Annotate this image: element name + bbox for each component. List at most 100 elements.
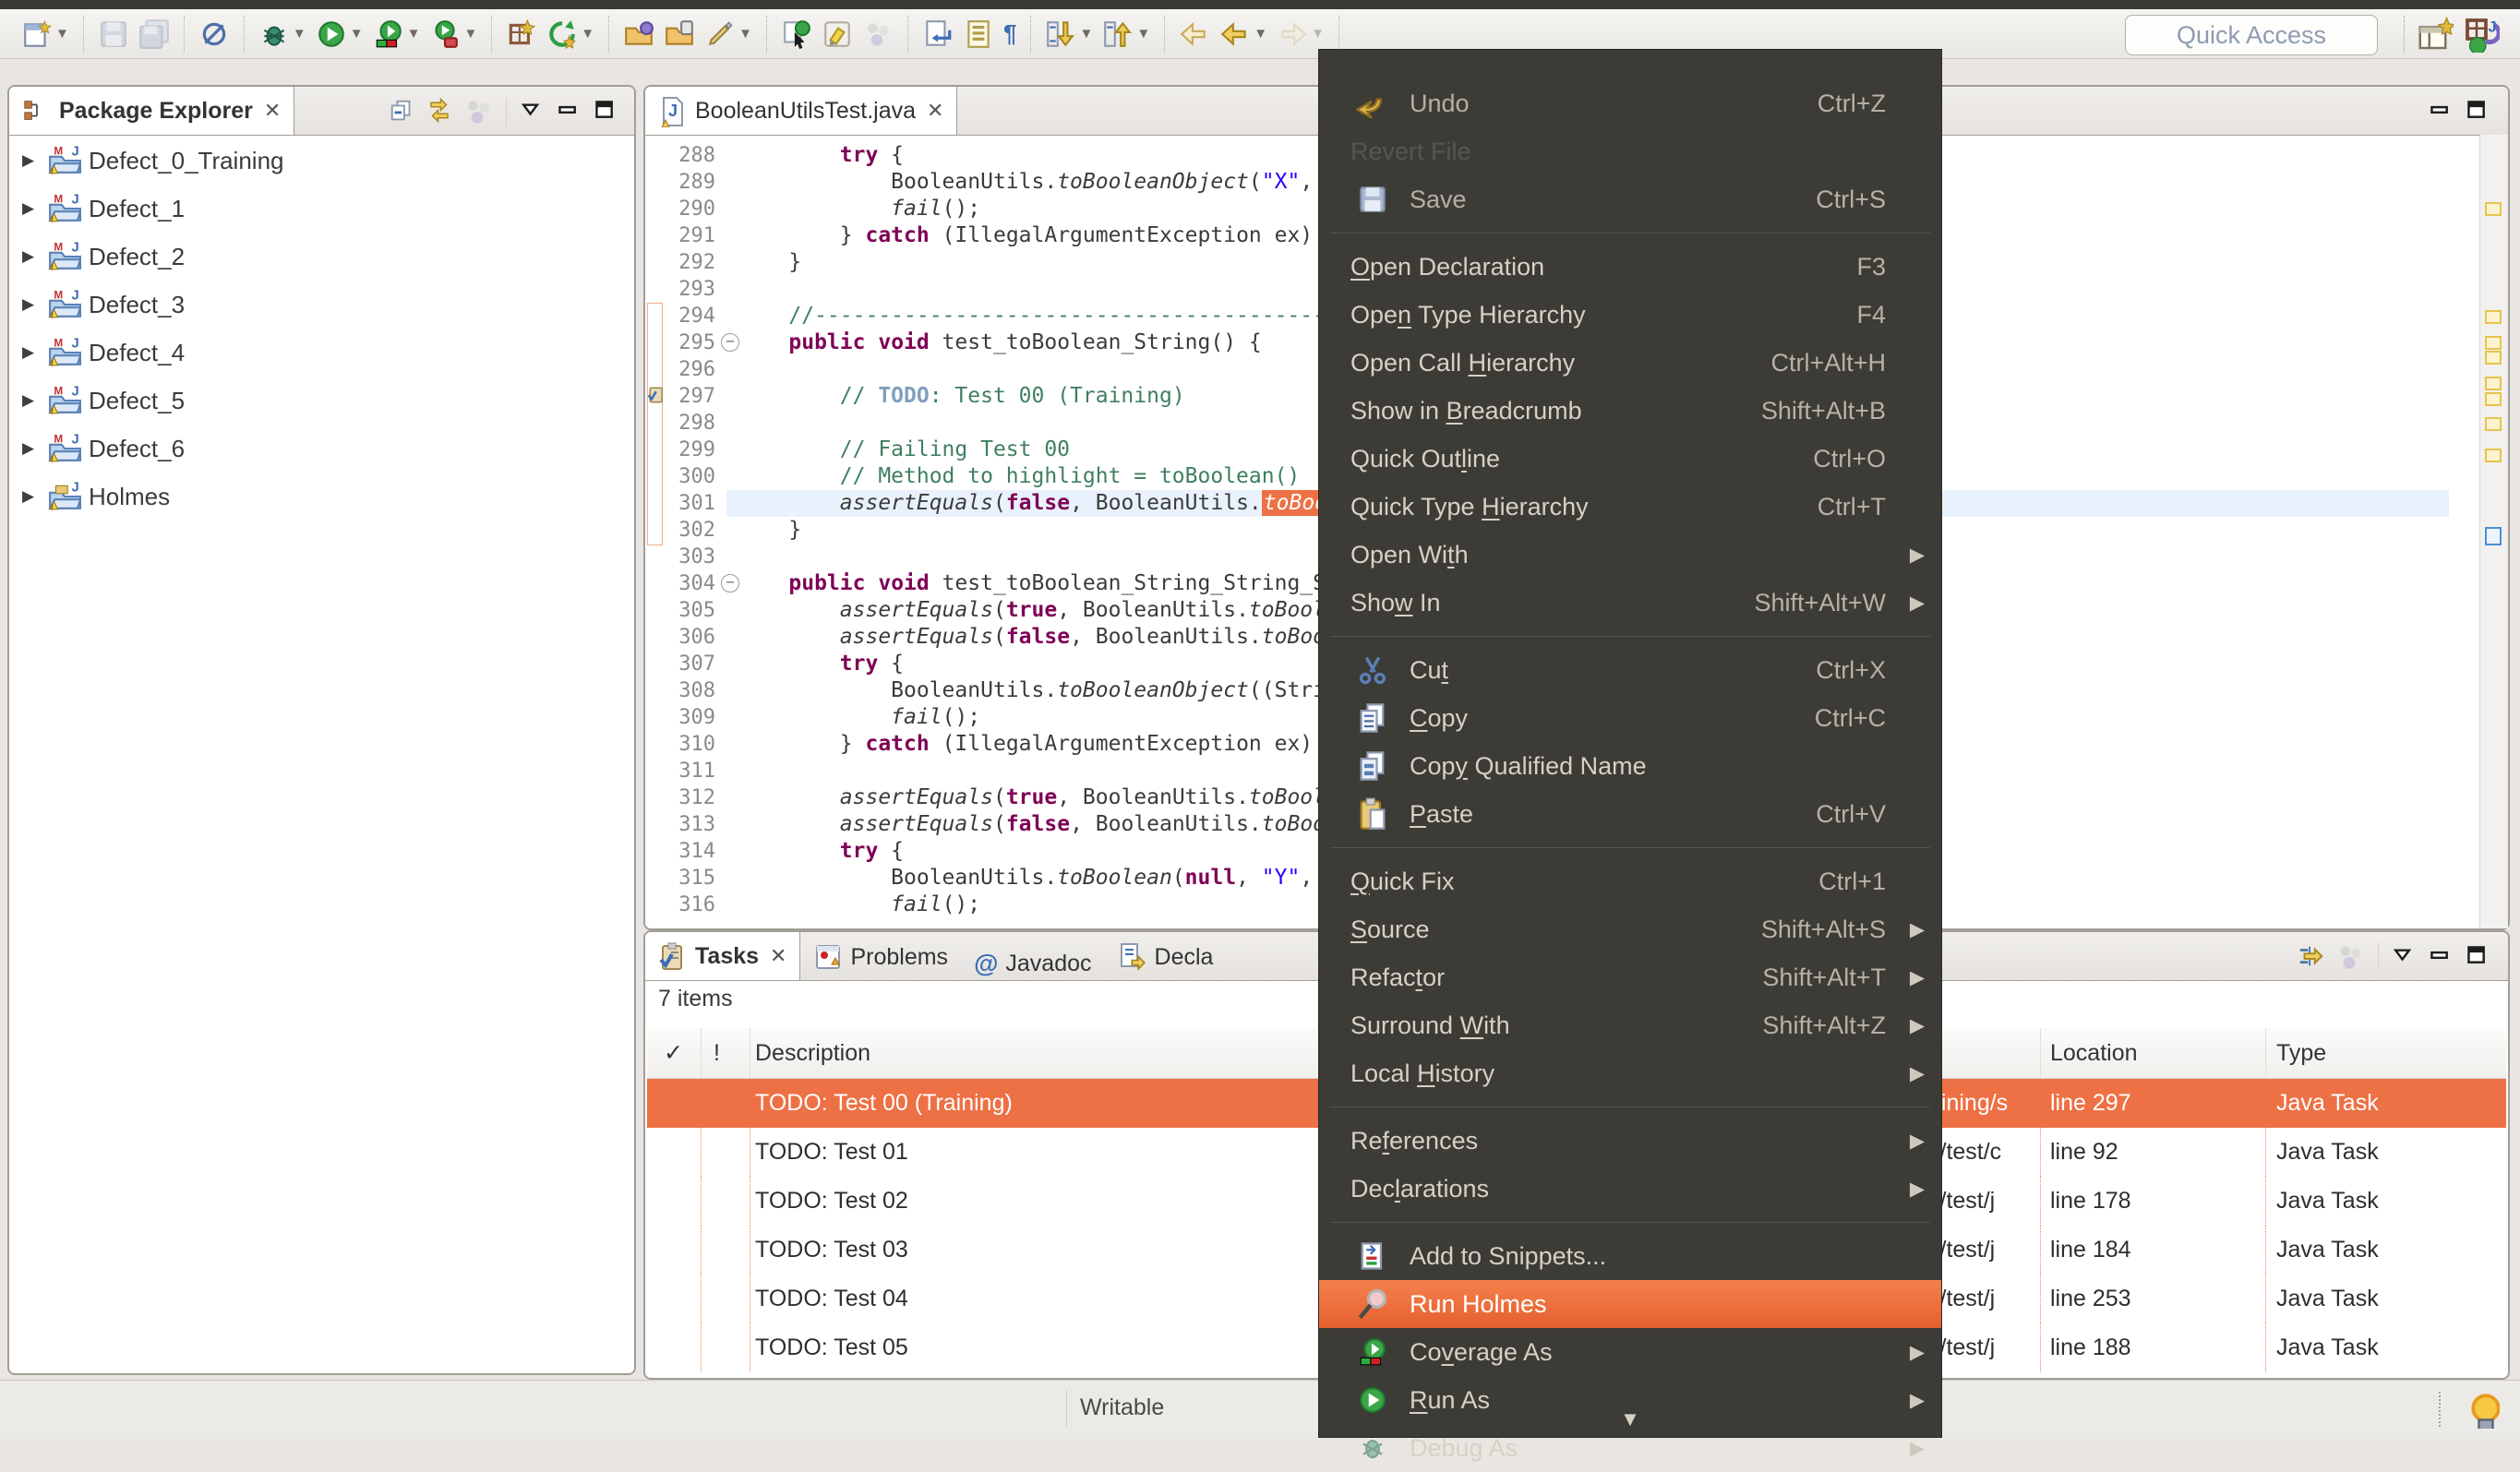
menu-item-refactor[interactable]: Refactor Shift+Alt+T ▶ — [1319, 953, 1941, 1001]
coverage-dropdown-arrow[interactable]: ▼ — [407, 26, 421, 42]
menu-item-open-type-hierarchy[interactable]: Open Type Hierarchy F4 — [1319, 291, 1941, 339]
task-overview-marker[interactable] — [2485, 336, 2502, 350]
toggle-mark-occurrences-button[interactable] — [820, 17, 855, 52]
menu-item-declarations[interactable]: Declarations ▶ — [1319, 1165, 1941, 1213]
expand-arrow-icon[interactable]: ▶ — [22, 247, 46, 266]
view-menu-button[interactable] — [2393, 945, 2417, 969]
menu-item-show-in-breadcrumb[interactable]: Show in Breadcrumb Shift+Alt+B — [1319, 387, 1941, 435]
expand-arrow-icon[interactable]: ▶ — [22, 439, 46, 458]
view-menu-button[interactable] — [521, 100, 545, 124]
previous-annotation-dropdown-arrow[interactable]: ▼ — [1136, 26, 1150, 42]
fold-collapse-icon[interactable]: − — [721, 574, 739, 592]
expand-arrow-icon[interactable]: ▶ — [22, 151, 46, 170]
menu-item-open-declaration[interactable]: Open Declaration F3 — [1319, 243, 1941, 291]
expand-arrow-icon[interactable]: ▶ — [22, 295, 46, 314]
menu-item-quick-fix[interactable]: Quick Fix Ctrl+1 — [1319, 857, 1941, 905]
show-whitespace-button[interactable]: ¶ — [1002, 18, 1018, 50]
debug-button[interactable]: ▼ — [257, 17, 308, 52]
menu-item-show-in[interactable]: Show In Shift+Alt+W ▶ — [1319, 579, 1941, 627]
run-dropdown-arrow[interactable]: ▼ — [350, 26, 364, 42]
tab-decla[interactable]: Decla — [1105, 933, 1227, 981]
menu-item-open-call-hierarchy[interactable]: Open Call Hierarchy Ctrl+Alt+H — [1319, 339, 1941, 387]
maximize-button[interactable] — [2466, 100, 2490, 124]
menu-item-quick-type-hierarchy[interactable]: Quick Type Hierarchy Ctrl+T — [1319, 483, 1941, 531]
debug-dropdown-arrow[interactable]: ▼ — [293, 26, 306, 42]
coverage-button[interactable]: ▼ — [371, 17, 423, 52]
task-overview-marker[interactable] — [2485, 310, 2502, 324]
new-launch-config-button[interactable]: ▼ — [545, 17, 596, 52]
maximize-button[interactable] — [2466, 945, 2490, 969]
column-header-description[interactable]: Description — [755, 1028, 870, 1078]
open-resource-button[interactable] — [662, 17, 697, 52]
tab-package-explorer[interactable]: Package Explorer ✕ — [9, 87, 295, 135]
new-wizard-button[interactable]: ▼ — [19, 17, 71, 52]
minimize-button[interactable] — [2430, 945, 2454, 969]
previous-annotation-button[interactable]: ▼ — [1100, 17, 1152, 52]
new-wizard-dropdown-arrow[interactable]: ▼ — [55, 26, 69, 42]
new-java-project-button[interactable] — [504, 17, 539, 52]
menu-item-coverage-as[interactable]: Coverage As ▶ — [1319, 1328, 1941, 1376]
back-history-button[interactable] — [1177, 17, 1212, 52]
open-task-button[interactable] — [779, 17, 814, 52]
tab-javadoc[interactable]: @ Javadoc — [961, 940, 1104, 988]
open-perspective-button[interactable] — [2415, 14, 2455, 54]
close-icon[interactable]: ✕ — [770, 944, 786, 968]
minimize-button[interactable] — [558, 100, 582, 124]
task-overview-marker[interactable] — [2485, 449, 2502, 462]
filter-button[interactable] — [2296, 941, 2327, 973]
menu-item-surround-with[interactable]: Surround With Shift+Alt+Z ▶ — [1319, 1001, 1941, 1049]
run-button[interactable]: ▼ — [314, 17, 366, 52]
task-overview-marker[interactable] — [2485, 351, 2502, 365]
new-launch-config-dropdown-arrow[interactable]: ▼ — [581, 26, 594, 42]
menu-item-source[interactable]: Source Shift+Alt+S ▶ — [1319, 905, 1941, 953]
fold-collapse-icon[interactable]: − — [721, 333, 739, 352]
tree-item-defect_4[interactable]: ▶ M J! Defect_4 — [11, 329, 632, 377]
menu-item-cut[interactable]: Cut Ctrl+X — [1319, 646, 1941, 694]
column-header-location[interactable]: Location — [2050, 1028, 2138, 1078]
menu-item-copy[interactable]: Copy Ctrl+C — [1319, 694, 1941, 742]
menu-item-copy-qualified-name[interactable]: Copy Qualified Name — [1319, 742, 1941, 790]
quick-access-input[interactable]: Quick Access — [2125, 15, 2378, 55]
expand-arrow-icon[interactable]: ▶ — [22, 391, 46, 410]
collapse-all-button[interactable] — [387, 96, 418, 127]
task-overview-marker[interactable] — [2485, 392, 2502, 406]
tree-item-defect_5[interactable]: ▶ M J! Defect_5 — [11, 377, 632, 425]
column-header-check[interactable]: ✓ — [664, 1028, 683, 1078]
column-header-type[interactable]: Type — [2276, 1028, 2326, 1078]
tree-item-defect_3[interactable]: ▶ M J! Defect_3 — [11, 281, 632, 329]
menu-scroll-down-icon[interactable]: ▼ — [1319, 1404, 1941, 1435]
task-overview-marker[interactable] — [2485, 377, 2502, 390]
back-button[interactable]: ▼ — [1218, 17, 1269, 52]
close-icon[interactable]: ✕ — [927, 99, 943, 123]
tab-booleanutilstest-java[interactable]: J BooleanUtilsTest.java ✕ — [645, 87, 958, 135]
overview-viewport-marker[interactable] — [2485, 527, 2502, 545]
back-dropdown-arrow[interactable]: ▼ — [1254, 26, 1267, 42]
open-type-button[interactable] — [621, 17, 656, 52]
next-annotation-dropdown-arrow[interactable]: ▼ — [1079, 26, 1093, 42]
menu-item-paste[interactable]: Paste Ctrl+V — [1319, 790, 1941, 838]
annotate-dropdown-arrow[interactable]: ▼ — [738, 26, 752, 42]
minimize-button[interactable] — [2430, 100, 2454, 124]
profile-dropdown-arrow[interactable]: ▼ — [463, 26, 477, 42]
column-header-priority[interactable]: ! — [714, 1028, 720, 1078]
expand-arrow-icon[interactable]: ▶ — [22, 487, 46, 506]
skip-all-breakpoints-button[interactable] — [197, 17, 232, 52]
tab-problems[interactable]: Problems — [800, 933, 961, 981]
next-annotation-button[interactable]: ▼ — [1043, 17, 1095, 52]
show-outline-button[interactable] — [961, 17, 996, 52]
expand-arrow-icon[interactable]: ▶ — [22, 199, 46, 218]
link-with-editor-button[interactable] — [424, 96, 455, 127]
menu-item-local-history[interactable]: Local History ▶ — [1319, 1049, 1941, 1097]
menu-item-save[interactable]: Save Ctrl+S — [1319, 175, 1941, 223]
annotate-button[interactable]: ▼ — [702, 17, 754, 52]
tree-item-holmes[interactable]: ▶ J! Holmes — [11, 473, 632, 521]
menu-item-add-to-snippets[interactable]: Add to Snippets... — [1319, 1232, 1941, 1280]
menu-item-open-with[interactable]: Open With ▶ — [1319, 531, 1941, 579]
java-perspective-button[interactable]: J — [2461, 14, 2502, 54]
tree-item-defect_2[interactable]: ▶ M J! Defect_2 — [11, 233, 632, 281]
task-overview-marker[interactable] — [2485, 202, 2502, 216]
menu-item-references[interactable]: References ▶ — [1319, 1117, 1941, 1165]
maximize-button[interactable] — [594, 100, 618, 124]
menu-item-quick-outline[interactable]: Quick Outline Ctrl+O — [1319, 435, 1941, 483]
last-edit-location-button[interactable] — [920, 17, 955, 52]
